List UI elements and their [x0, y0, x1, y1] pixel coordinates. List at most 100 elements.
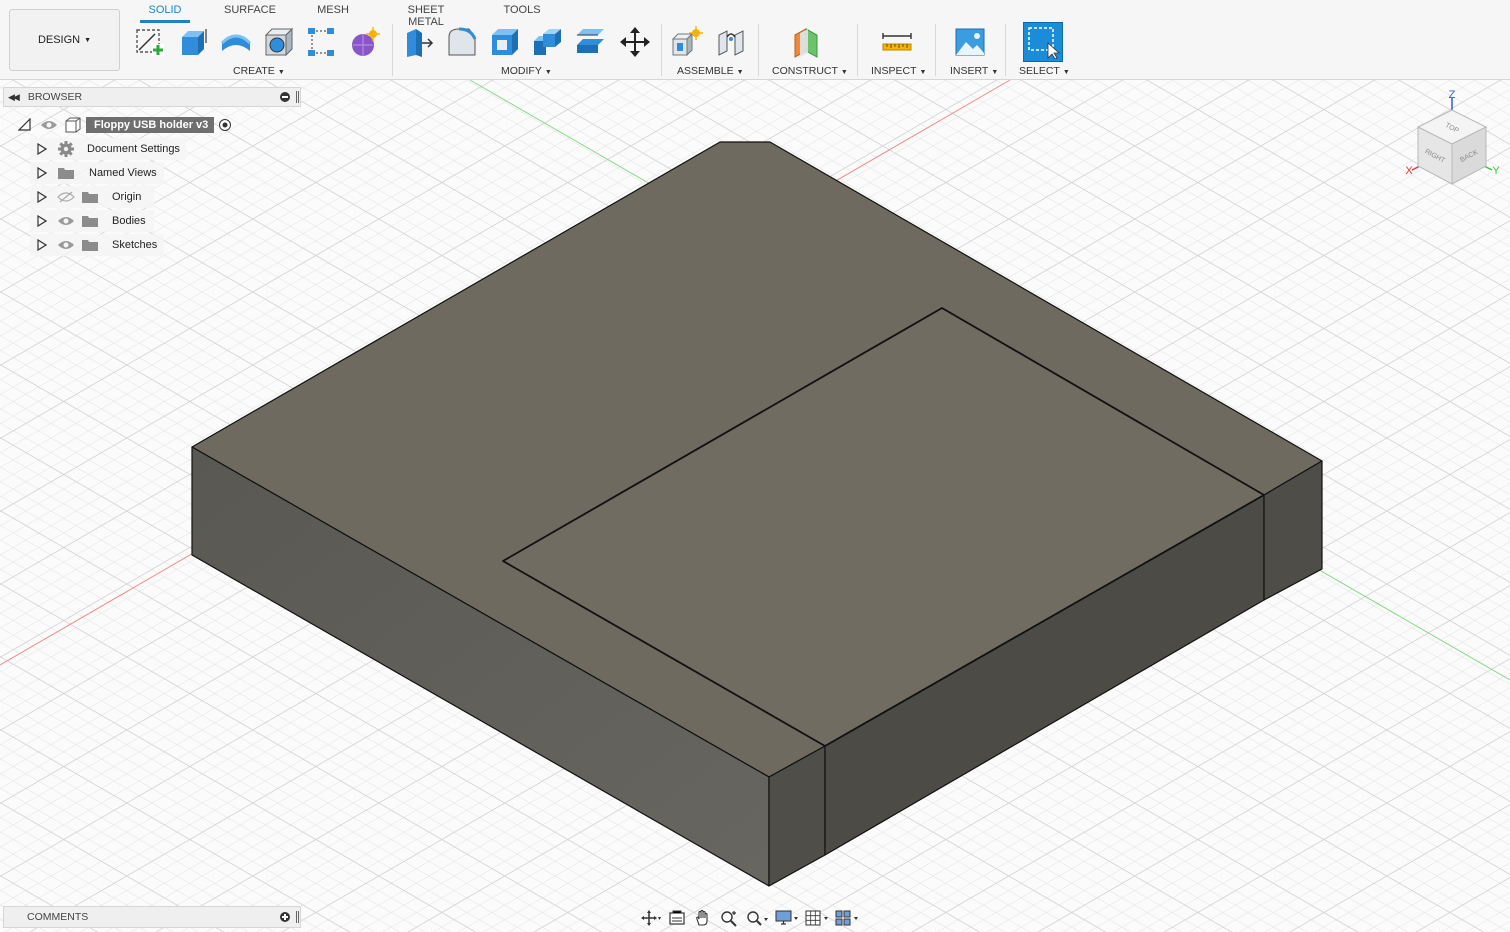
create-form-button[interactable]: [346, 24, 382, 60]
orbit-button[interactable]: [638, 907, 664, 929]
browser-title: BROWSER: [27, 91, 83, 103]
tab-solid[interactable]: SOLID: [140, 4, 190, 23]
caret-down-icon: ▼: [544, 69, 552, 76]
new-component-button[interactable]: [669, 24, 705, 60]
browser-item-document-settings[interactable]: Document Settings: [30, 138, 186, 160]
eye-icon[interactable]: [57, 239, 75, 251]
browser-root[interactable]: Floppy USB holder v3: [16, 114, 246, 136]
tab-surface[interactable]: SURFACE: [224, 4, 276, 20]
create-sketch-button[interactable]: [132, 24, 168, 60]
construct-menu[interactable]: CONSTRUCT ▼: [772, 65, 848, 77]
shell-icon: [492, 29, 518, 55]
browser-item-label: Sketches: [112, 239, 158, 251]
select-menu[interactable]: SELECT ▼: [1019, 65, 1070, 77]
browser-item-label: Origin: [112, 191, 142, 203]
toolbar-separator: [392, 24, 393, 76]
3d-viewport[interactable]: [0, 0, 1510, 932]
offset-plane-icon: [794, 28, 818, 58]
expand-triangle-icon[interactable]: [37, 143, 47, 155]
workspace-switcher[interactable]: DESIGN ▼: [9, 9, 120, 71]
comments-panel: COMMENTS: [3, 906, 301, 928]
viewcube[interactable]: TOP RIGHT BACK Z X Y: [1400, 86, 1510, 196]
toolbar: DESIGN ▼ SOLID SURFACE MESH SHEET METAL T…: [0, 0, 1510, 80]
tab-tools[interactable]: TOOLS: [503, 4, 541, 20]
select-button[interactable]: [1023, 22, 1063, 62]
create-menu[interactable]: CREATE ▼: [233, 65, 285, 77]
expand-triangle-icon[interactable]: [37, 239, 47, 251]
expanded-triangle-icon[interactable]: [18, 118, 32, 132]
browser-item-named-views[interactable]: Named Views: [30, 162, 164, 184]
browser-item-origin[interactable]: Origin: [30, 186, 154, 208]
browser-item-bodies[interactable]: Bodies: [30, 210, 154, 232]
combine-button[interactable]: [530, 24, 566, 60]
caret-down-icon: ▼: [919, 69, 927, 76]
grid-icon: [805, 910, 828, 926]
eye-icon[interactable]: [57, 215, 75, 227]
fillet-icon: [448, 27, 477, 56]
modify-menu[interactable]: MODIFY ▼: [501, 65, 552, 77]
orbit-icon: [641, 910, 661, 926]
image-icon: [955, 28, 985, 56]
minimize-icon[interactable]: [280, 92, 290, 102]
caret-down-icon: ▼: [1062, 69, 1070, 76]
fillet-button[interactable]: [444, 24, 480, 60]
expand-triangle-icon[interactable]: [37, 191, 47, 203]
browser-item-sketches[interactable]: Sketches: [30, 234, 164, 256]
caret-down-icon: ▼: [736, 69, 744, 76]
hand-icon: [696, 909, 708, 926]
pattern-button[interactable]: [303, 24, 339, 60]
display-settings-button[interactable]: [772, 907, 802, 929]
workspace-label: DESIGN: [37, 34, 81, 46]
expand-triangle-icon[interactable]: [37, 215, 47, 227]
tab-mesh[interactable]: MESH: [317, 4, 349, 20]
eye-icon[interactable]: [40, 119, 58, 131]
assemble-menu[interactable]: ASSEMBLE ▼: [677, 65, 744, 77]
caret-down-icon: ▼: [84, 36, 92, 44]
hole-button[interactable]: [261, 24, 297, 60]
display-icon: [775, 910, 798, 925]
move-icon: [620, 27, 650, 57]
fit-button[interactable]: [742, 907, 772, 929]
shell-button[interactable]: [487, 24, 523, 60]
tab-sheet-metal[interactable]: SHEET METAL: [391, 4, 461, 28]
activate-radio-icon[interactable]: [218, 118, 232, 132]
z-axis-label: Z: [1449, 89, 1456, 101]
joint-button[interactable]: [713, 24, 749, 60]
extrude-button[interactable]: [175, 24, 211, 60]
root-component-label: Floppy USB holder v3: [86, 117, 215, 133]
pin-icon[interactable]: [296, 911, 299, 923]
press-pull-button[interactable]: [401, 24, 437, 60]
eye-hidden-icon[interactable]: [57, 191, 75, 203]
folder-icon: [82, 216, 98, 227]
look-at-button[interactable]: [664, 907, 690, 929]
pattern-icon: [308, 28, 334, 56]
browser-item-label: Document Settings: [87, 143, 180, 155]
press-pull-icon: [407, 29, 434, 57]
new-component-icon: [671, 26, 703, 57]
sketch-icon: [136, 29, 164, 56]
inspect-menu[interactable]: INSPECT ▼: [871, 65, 926, 77]
offset-plane-button[interactable]: [789, 24, 825, 60]
pin-icon[interactable]: [296, 91, 299, 103]
pan-button[interactable]: [690, 907, 716, 929]
navigation-bar: [638, 906, 874, 930]
combine-icon: [534, 29, 561, 55]
expand-triangle-icon[interactable]: [37, 167, 47, 179]
move-copy-button[interactable]: [617, 24, 653, 60]
zoom-button[interactable]: [716, 907, 742, 929]
toolbar-separator: [661, 24, 662, 76]
toolbar-separator: [758, 24, 759, 76]
insert-menu[interactable]: INSERT ▼: [950, 65, 998, 77]
measure-button[interactable]: [879, 24, 915, 60]
toolbar-separator: [935, 24, 936, 76]
viewports-button[interactable]: [832, 907, 862, 929]
viewports-icon: [835, 910, 858, 926]
folder-icon: [82, 240, 98, 251]
offset-face-button[interactable]: [573, 24, 609, 60]
revolve-button[interactable]: [218, 24, 254, 60]
collapse-panel-icon[interactable]: ◀◀: [8, 92, 20, 103]
grid-settings-button[interactable]: [802, 907, 832, 929]
toolbar-separator: [857, 24, 858, 76]
insert-canvas-button[interactable]: [952, 24, 988, 60]
add-comment-icon[interactable]: [280, 912, 290, 922]
